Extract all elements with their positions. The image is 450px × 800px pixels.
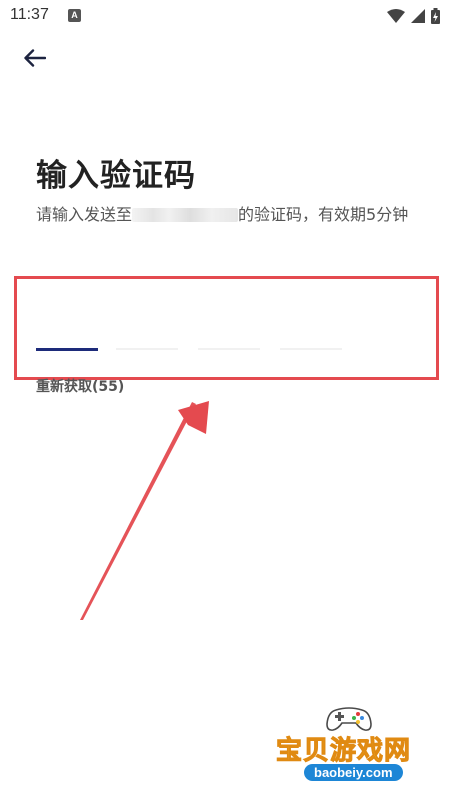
resend-code-link[interactable]: 重新获取(55) — [36, 376, 124, 396]
annotation-arrow — [80, 401, 209, 620]
annotation-arrow-shaft — [80, 402, 196, 620]
subtitle: 请输入发送至 的验证码，有效期5分钟 — [36, 202, 416, 228]
subtitle-suffix: 的验证码，有效期5分钟 — [238, 205, 409, 224]
back-button[interactable] — [20, 44, 50, 72]
watermark-title: 宝贝游戏网 — [275, 736, 412, 767]
status-bar: 11:37 A — [0, 0, 450, 32]
arrow-left-icon — [24, 49, 46, 67]
watermark-url: baobeiy.com — [304, 764, 403, 781]
annotation-arrow-head — [178, 401, 209, 434]
status-icons — [387, 8, 440, 24]
subtitle-prefix: 请输入发送至 — [36, 205, 133, 224]
signal-icon — [411, 9, 425, 23]
status-time: 11:37 — [10, 6, 49, 23]
game-controller-icon — [326, 707, 372, 731]
masked-phone-number — [132, 208, 239, 222]
annotation-highlight-box — [14, 276, 439, 380]
notification-a-icon: A — [68, 9, 81, 22]
watermark-logo: 宝贝游戏网 baobeiy.com — [270, 700, 440, 795]
wifi-icon — [387, 9, 405, 23]
battery-icon — [431, 8, 440, 24]
page-title: 输入验证码 — [36, 158, 196, 194]
